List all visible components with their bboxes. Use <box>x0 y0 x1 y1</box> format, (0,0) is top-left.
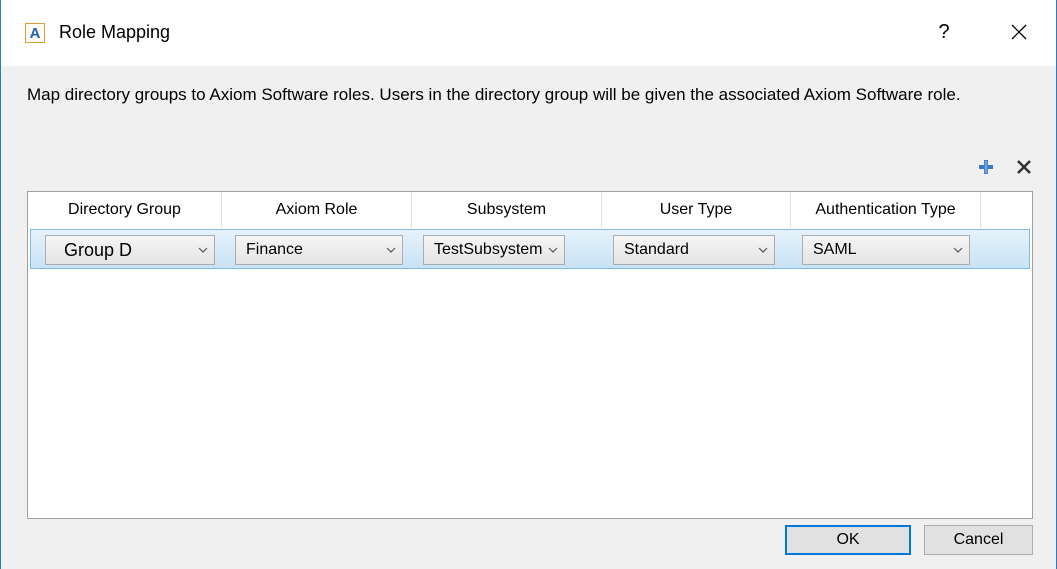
delete-mapping-button[interactable] <box>1015 158 1033 176</box>
user-type-select[interactable]: Standard <box>613 235 775 265</box>
grid-header: Directory Group Axiom Role Subsystem Use… <box>28 192 1032 228</box>
column-header-axiom-role[interactable]: Axiom Role <box>222 192 412 228</box>
plus-icon <box>979 160 993 174</box>
title-bar: A Role Mapping ? <box>1 0 1056 66</box>
table-row[interactable]: Group D Finance TestSubsystem Standard S… <box>30 229 1030 269</box>
cancel-button[interactable]: Cancel <box>924 525 1033 555</box>
column-header-directory-group[interactable]: Directory Group <box>28 192 222 228</box>
help-icon: ? <box>938 20 950 43</box>
column-header-subsystem[interactable]: Subsystem <box>412 192 602 228</box>
column-header-authentication-type[interactable]: Authentication Type <box>791 192 981 228</box>
mapping-grid: Directory Group Axiom Role Subsystem Use… <box>27 191 1033 519</box>
axiom-role-select[interactable]: Finance <box>235 235 403 265</box>
close-button[interactable] <box>997 16 1041 48</box>
ok-button[interactable]: OK <box>785 525 911 555</box>
authentication-type-select[interactable]: SAML <box>802 235 970 265</box>
role-mapping-dialog: A Role Mapping ? Map directory groups to… <box>0 0 1057 569</box>
window-title: Role Mapping <box>59 22 171 42</box>
chevron-down-icon <box>380 247 402 253</box>
axiom-app-icon: A <box>25 23 45 43</box>
chevron-down-icon <box>947 247 969 253</box>
subsystem-select[interactable]: TestSubsystem <box>423 235 565 265</box>
directory-group-select[interactable]: Group D <box>45 235 215 265</box>
column-header-user-type[interactable]: User Type <box>602 192 791 228</box>
x-icon <box>1017 160 1031 174</box>
chevron-down-icon <box>752 247 774 253</box>
chevron-down-icon <box>542 247 564 253</box>
add-mapping-button[interactable] <box>976 157 996 177</box>
description-text: Map directory groups to Axiom Software r… <box>27 85 961 104</box>
close-icon <box>1011 24 1027 40</box>
help-button[interactable]: ? <box>929 16 959 48</box>
app-icon-letter: A <box>29 24 41 42</box>
chevron-down-icon <box>192 247 214 253</box>
